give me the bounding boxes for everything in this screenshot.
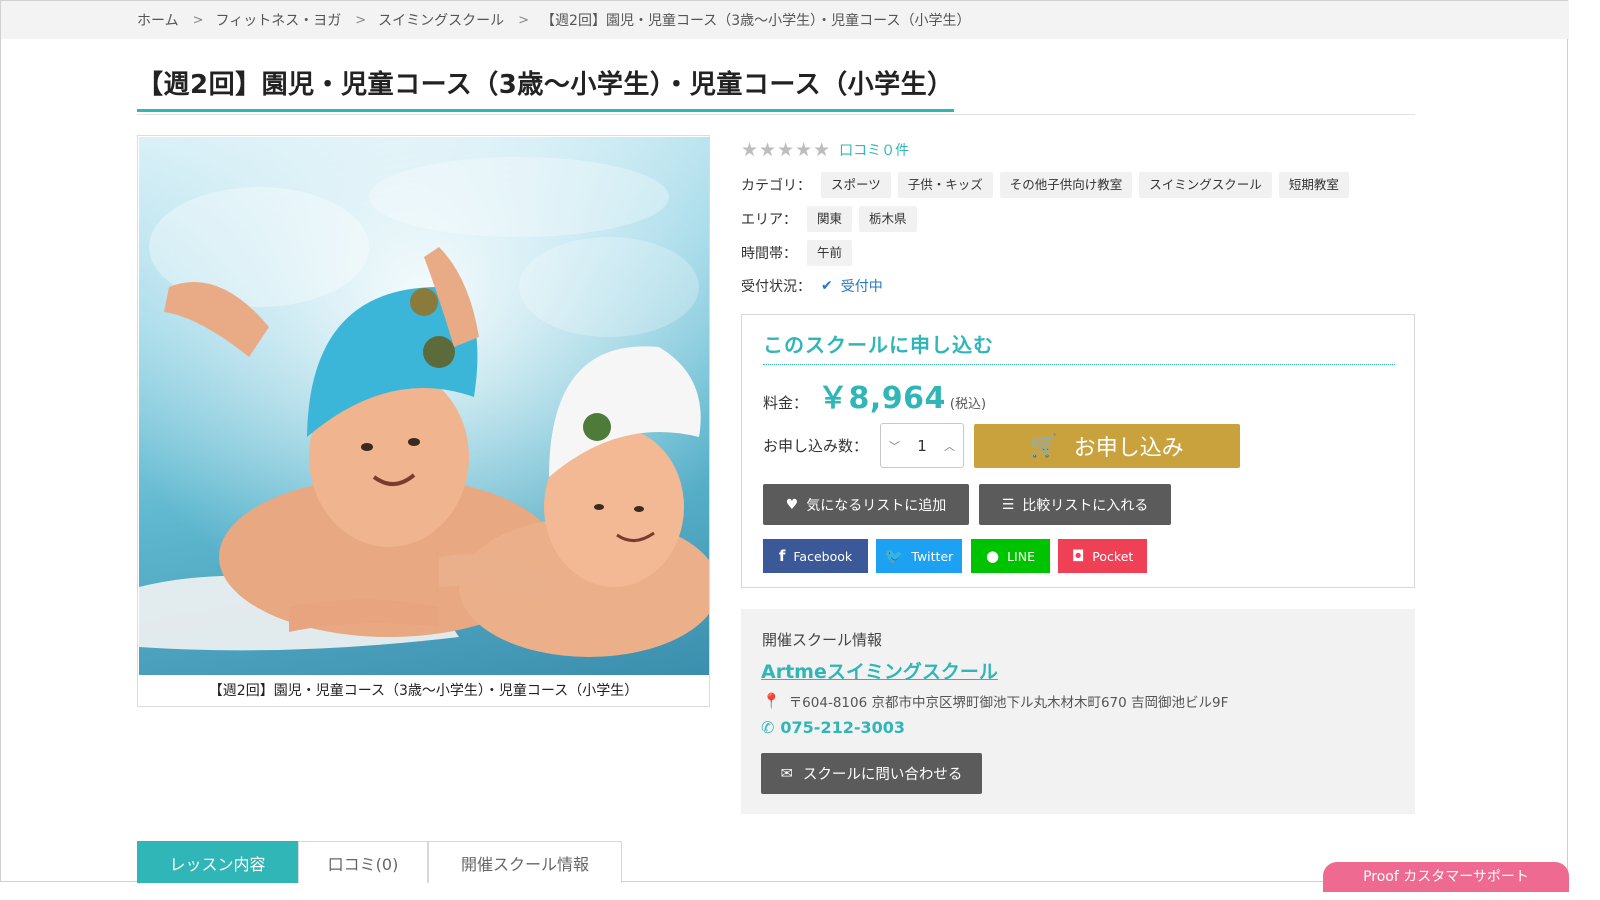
quantity-label: お申し込み数： [763,437,869,455]
review-count-link[interactable]: 口コミ０件 [839,140,909,160]
category-tag[interactable]: スイミングスクール [1139,172,1272,198]
pocket-icon: ◘ [1071,547,1085,565]
tab-lesson[interactable]: レッスン内容 [137,841,298,883]
page-title-wrap: 【週2回】園児・児童コース（3歳〜小学生）・児童コース（小学生） [137,63,1415,115]
customer-support-button[interactable]: Proof カスタマーサポート [1323,862,1569,892]
apply-button-label: お申し込み [1073,434,1184,460]
price-row: 料金： ￥8,964 (税込) [763,373,986,417]
time-row: 時間帯： 午前 [741,240,859,266]
school-name-link[interactable]: Artmeスイミングスクール [761,657,998,684]
status-value: 受付中 [840,279,883,295]
purchase-box: このスクールに申し込む 料金： ￥8,964 (税込) お申し込み数： ﹀ 1 … [741,314,1415,588]
pocket-label: Pocket [1092,548,1134,564]
price-label: 料金： [763,394,809,412]
status-badge: ✔ 受付中 [821,276,883,296]
quantity-stepper[interactable]: ﹀ 1 ︿ [880,423,965,468]
breadcrumb-home[interactable]: ホーム [137,10,179,30]
breadcrumb: ホーム > フィットネス・ヨガ > スイミングスクール > 【週2回】園児・児童… [1,1,1569,39]
star-rating-icon: ★★★★★ [741,139,832,161]
category-tag[interactable]: スポーツ [821,172,891,198]
category-tag[interactable]: 短期教室 [1278,172,1349,198]
line-share-button[interactable]: ● LINE [971,539,1050,573]
pocket-share-button[interactable]: ◘ Pocket [1058,539,1147,573]
breadcrumb-swimming[interactable]: スイミングスクール [378,10,504,30]
twitter-icon: 🐦 [884,547,904,565]
area-label: エリア： [741,212,797,228]
product-photo[interactable] [139,137,709,675]
breadcrumb-separator: > [518,12,530,28]
chevron-up-icon[interactable]: ︿ [944,438,955,454]
school-phone[interactable]: ✆ 075-212-3003 [761,718,905,737]
swimming-kids-photo [139,137,709,675]
apply-button[interactable]: 🛒 お申し込み [974,423,1241,468]
wishlist-label: 気になるリストに追加 [806,497,947,514]
detail-tabs: レッスン内容 口コミ(0) 開催スクール情報 [137,841,622,883]
time-tag[interactable]: 午前 [807,240,853,266]
category-tag[interactable]: 子供・キッズ [897,172,993,198]
school-phone-number[interactable]: 075-212-3003 [780,718,905,737]
list-icon: ☰ [1001,496,1015,513]
quantity-row: お申し込み数： ﹀ 1 ︿ 🛒 お申し込み [763,423,1241,468]
twitter-label: Twitter [911,548,954,564]
add-to-wishlist-button[interactable]: ♥ 気になるリストに追加 [763,484,969,525]
contact-label: スクールに問い合わせる [802,767,963,783]
twitter-share-button[interactable]: 🐦 Twitter [876,539,962,573]
page-title: 【週2回】園児・児童コース（3歳〜小学生）・児童コース（小学生） [137,63,954,112]
image-caption: 【週2回】園児・児童コース（3歳〜小学生）・児童コース（小学生） [208,683,639,699]
school-address: 📍 〒604-8106 京都市中京区堺町御池下ル丸木材木町670 吉岡御池ビル9… [762,691,1228,711]
facebook-icon: f [778,547,786,565]
line-label: LINE [1007,548,1035,564]
chevron-down-icon[interactable]: ﹀ [889,438,900,454]
map-pin-icon: 📍 [762,692,781,710]
status-row: 受付状況： ✔ 受付中 [741,276,883,296]
status-label: 受付状況： [741,279,811,295]
compare-label: 比較リストに入れる [1022,497,1149,514]
quantity-value[interactable]: 1 [917,437,927,455]
breadcrumb-separator: > [192,12,204,28]
check-icon: ✔ [821,278,833,294]
breadcrumb-fitness[interactable]: フィットネス・ヨガ [216,10,342,30]
facebook-label: Facebook [793,548,853,564]
area-tag[interactable]: 関東 [807,206,853,232]
school-address-text: 〒604-8106 京都市中京区堺町御池下ル丸木材木町670 吉岡御池ビル9F [788,695,1229,711]
contact-school-button[interactable]: ✉ スクールに問い合わせる [761,753,982,794]
breadcrumb-current: 【週2回】園児・児童コース（3歳〜小学生）・児童コース（小学生） [541,13,971,29]
breadcrumb-separator: > [355,12,367,28]
phone-icon: ✆ [761,718,775,737]
envelope-icon: ✉ [780,765,793,782]
category-label: カテゴリ： [741,178,811,194]
tab-reviews[interactable]: 口コミ(0) [298,841,428,883]
time-label: 時間帯： [741,246,797,262]
rating-row: ★★★★★ 口コミ０件 [741,139,909,161]
add-to-compare-button[interactable]: ☰ 比較リストに入れる [979,484,1171,525]
purchase-heading: このスクールに申し込む [763,329,1395,365]
price-value: ￥8,964 [818,381,946,416]
tax-note: (税込) [949,397,987,412]
facebook-share-button[interactable]: f Facebook [763,539,868,573]
tab-school-info[interactable]: 開催スクール情報 [428,841,622,883]
category-row: カテゴリ： スポーツ 子供・キッズ その他子供向け教室 スイミングスクール 短期… [741,172,1356,198]
area-tag[interactable]: 栃木県 [859,206,917,232]
school-info-box: 開催スクール情報 Artmeスイミングスクール 📍 〒604-8106 京都市中… [741,609,1415,814]
area-row: エリア： 関東 栃木県 [741,206,924,232]
heart-icon: ♥ [785,496,799,513]
school-info-heading: 開催スクール情報 [762,631,883,649]
category-tag[interactable]: その他子供向け教室 [999,172,1133,198]
product-image-card: 【週2回】園児・児童コース（3歳〜小学生）・児童コース（小学生） [137,135,710,707]
line-icon: ● [986,547,1000,565]
cart-icon: 🛒 [1030,432,1058,458]
